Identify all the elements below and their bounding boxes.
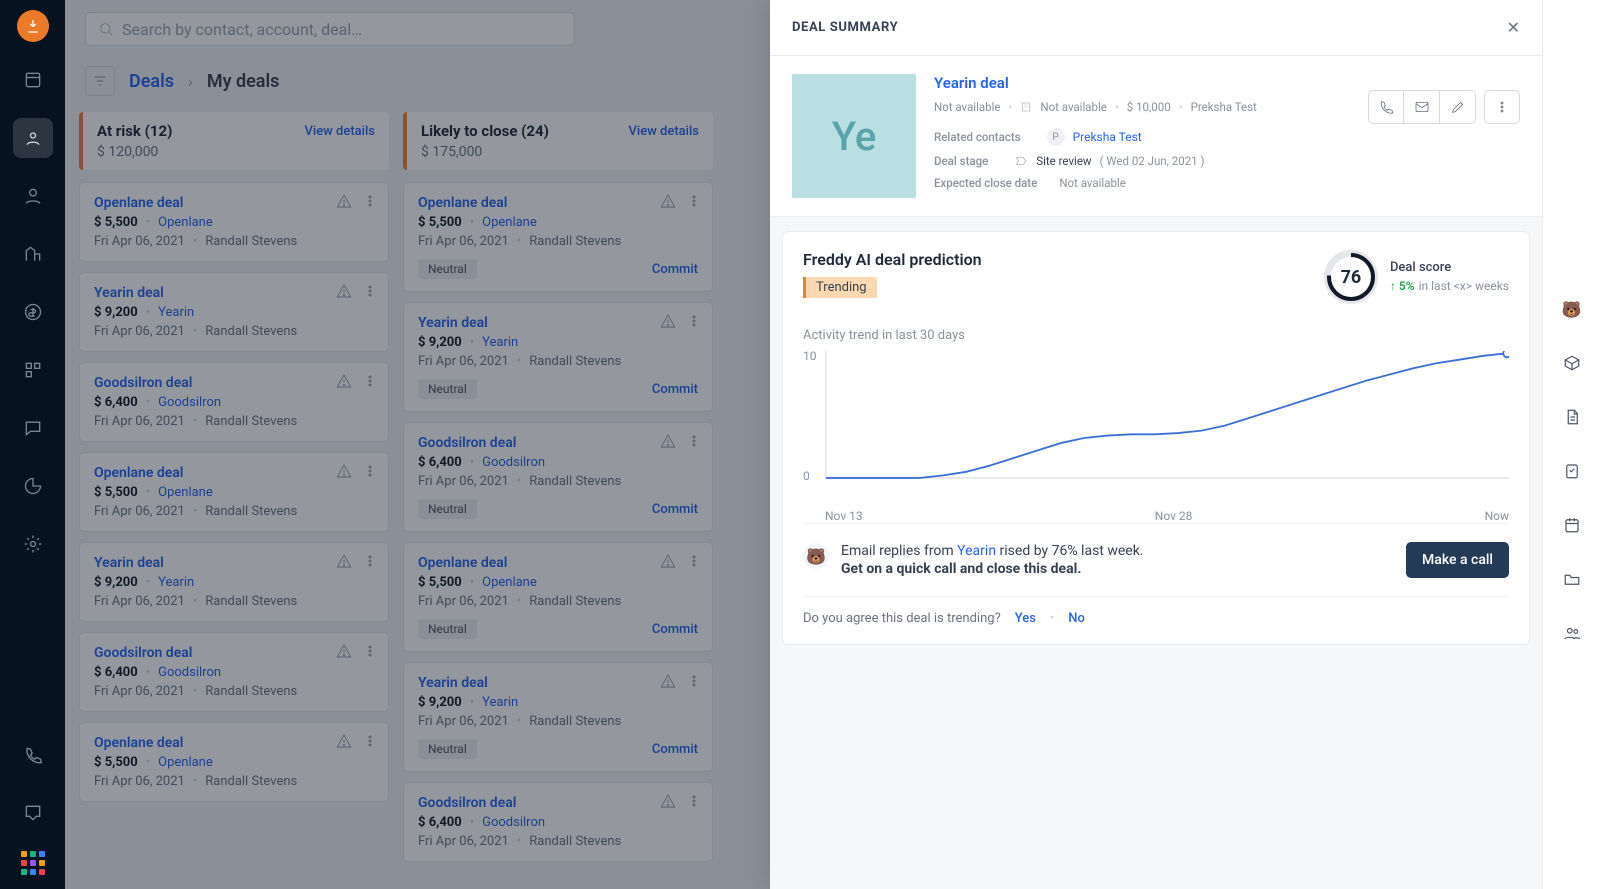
related-contacts-label: Related contacts: [934, 130, 1021, 144]
more-button[interactable]: [1484, 90, 1520, 124]
nav-user-icon[interactable]: [13, 176, 53, 216]
nav-chat-icon[interactable]: [13, 793, 53, 833]
chart-title: Activity trend in last 30 days: [803, 328, 1509, 343]
nav-apps-icon[interactable]: [21, 851, 45, 875]
close-date-label: Expected close date: [934, 176, 1037, 190]
left-nav: [0, 0, 65, 889]
rail-people-icon[interactable]: [1557, 618, 1587, 648]
rail-freddy-icon[interactable]: 🐻: [1557, 294, 1587, 324]
nav-phone-icon[interactable]: [13, 735, 53, 775]
stage-icon: [1014, 154, 1028, 168]
app-logo[interactable]: [17, 10, 49, 42]
agree-yes[interactable]: Yes: [1015, 611, 1036, 626]
nav-settings-icon[interactable]: [13, 524, 53, 564]
related-contact-link[interactable]: Preksha Test: [1073, 130, 1142, 144]
nav-products-icon[interactable]: [13, 350, 53, 390]
email-button[interactable]: [1404, 90, 1440, 124]
score-delta: ↑ 5%: [1390, 279, 1415, 293]
agree-question: Do you agree this deal is trending?: [803, 611, 1001, 626]
activity-trend-chart: 10 0 Nov 13 Nov 28 Now: [803, 351, 1509, 501]
rail-doc-icon[interactable]: [1557, 402, 1587, 432]
score-ring: 76: [1324, 250, 1378, 304]
building-icon: [1020, 101, 1032, 113]
nav-deals-icon[interactable]: [13, 292, 53, 332]
contact-avatar: P: [1047, 128, 1065, 146]
nav-accounts-icon[interactable]: [13, 234, 53, 274]
rail-folder-icon[interactable]: [1557, 564, 1587, 594]
nav-dashboard-icon[interactable]: [13, 60, 53, 100]
deal-avatar: Ye: [792, 74, 916, 198]
edit-button[interactable]: [1440, 90, 1476, 124]
score-label: Deal score: [1390, 260, 1509, 275]
prediction-card: Freddy AI deal prediction Trending 76 De…: [782, 231, 1530, 645]
make-call-button[interactable]: Make a call: [1406, 542, 1509, 578]
panel-title: DEAL SUMMARY: [792, 20, 898, 35]
stage-label: Deal stage: [934, 154, 988, 168]
rail-calendar-icon[interactable]: [1557, 510, 1587, 540]
nav-reports-icon[interactable]: [13, 466, 53, 506]
rail-box-icon[interactable]: [1557, 348, 1587, 378]
call-button[interactable]: [1368, 90, 1404, 124]
insight-bold: Get on a quick call and close this deal.: [841, 561, 1144, 577]
right-rail: 🐻: [1542, 0, 1600, 889]
nav-conversations-icon[interactable]: [13, 408, 53, 448]
prediction-title: Freddy AI deal prediction: [803, 250, 982, 269]
rail-task-icon[interactable]: [1557, 456, 1587, 486]
deal-summary-panel: DEAL SUMMARY ✕ Ye Yearin deal Not availa…: [770, 0, 1542, 889]
nav-contacts-icon[interactable]: [13, 118, 53, 158]
agree-no[interactable]: No: [1068, 611, 1085, 626]
close-icon[interactable]: ✕: [1507, 18, 1520, 37]
freddy-icon: 🐻: [803, 543, 829, 569]
trending-tag: Trending: [803, 277, 877, 298]
insight-link[interactable]: Yearin: [957, 543, 996, 559]
deal-actions: [1368, 90, 1520, 124]
